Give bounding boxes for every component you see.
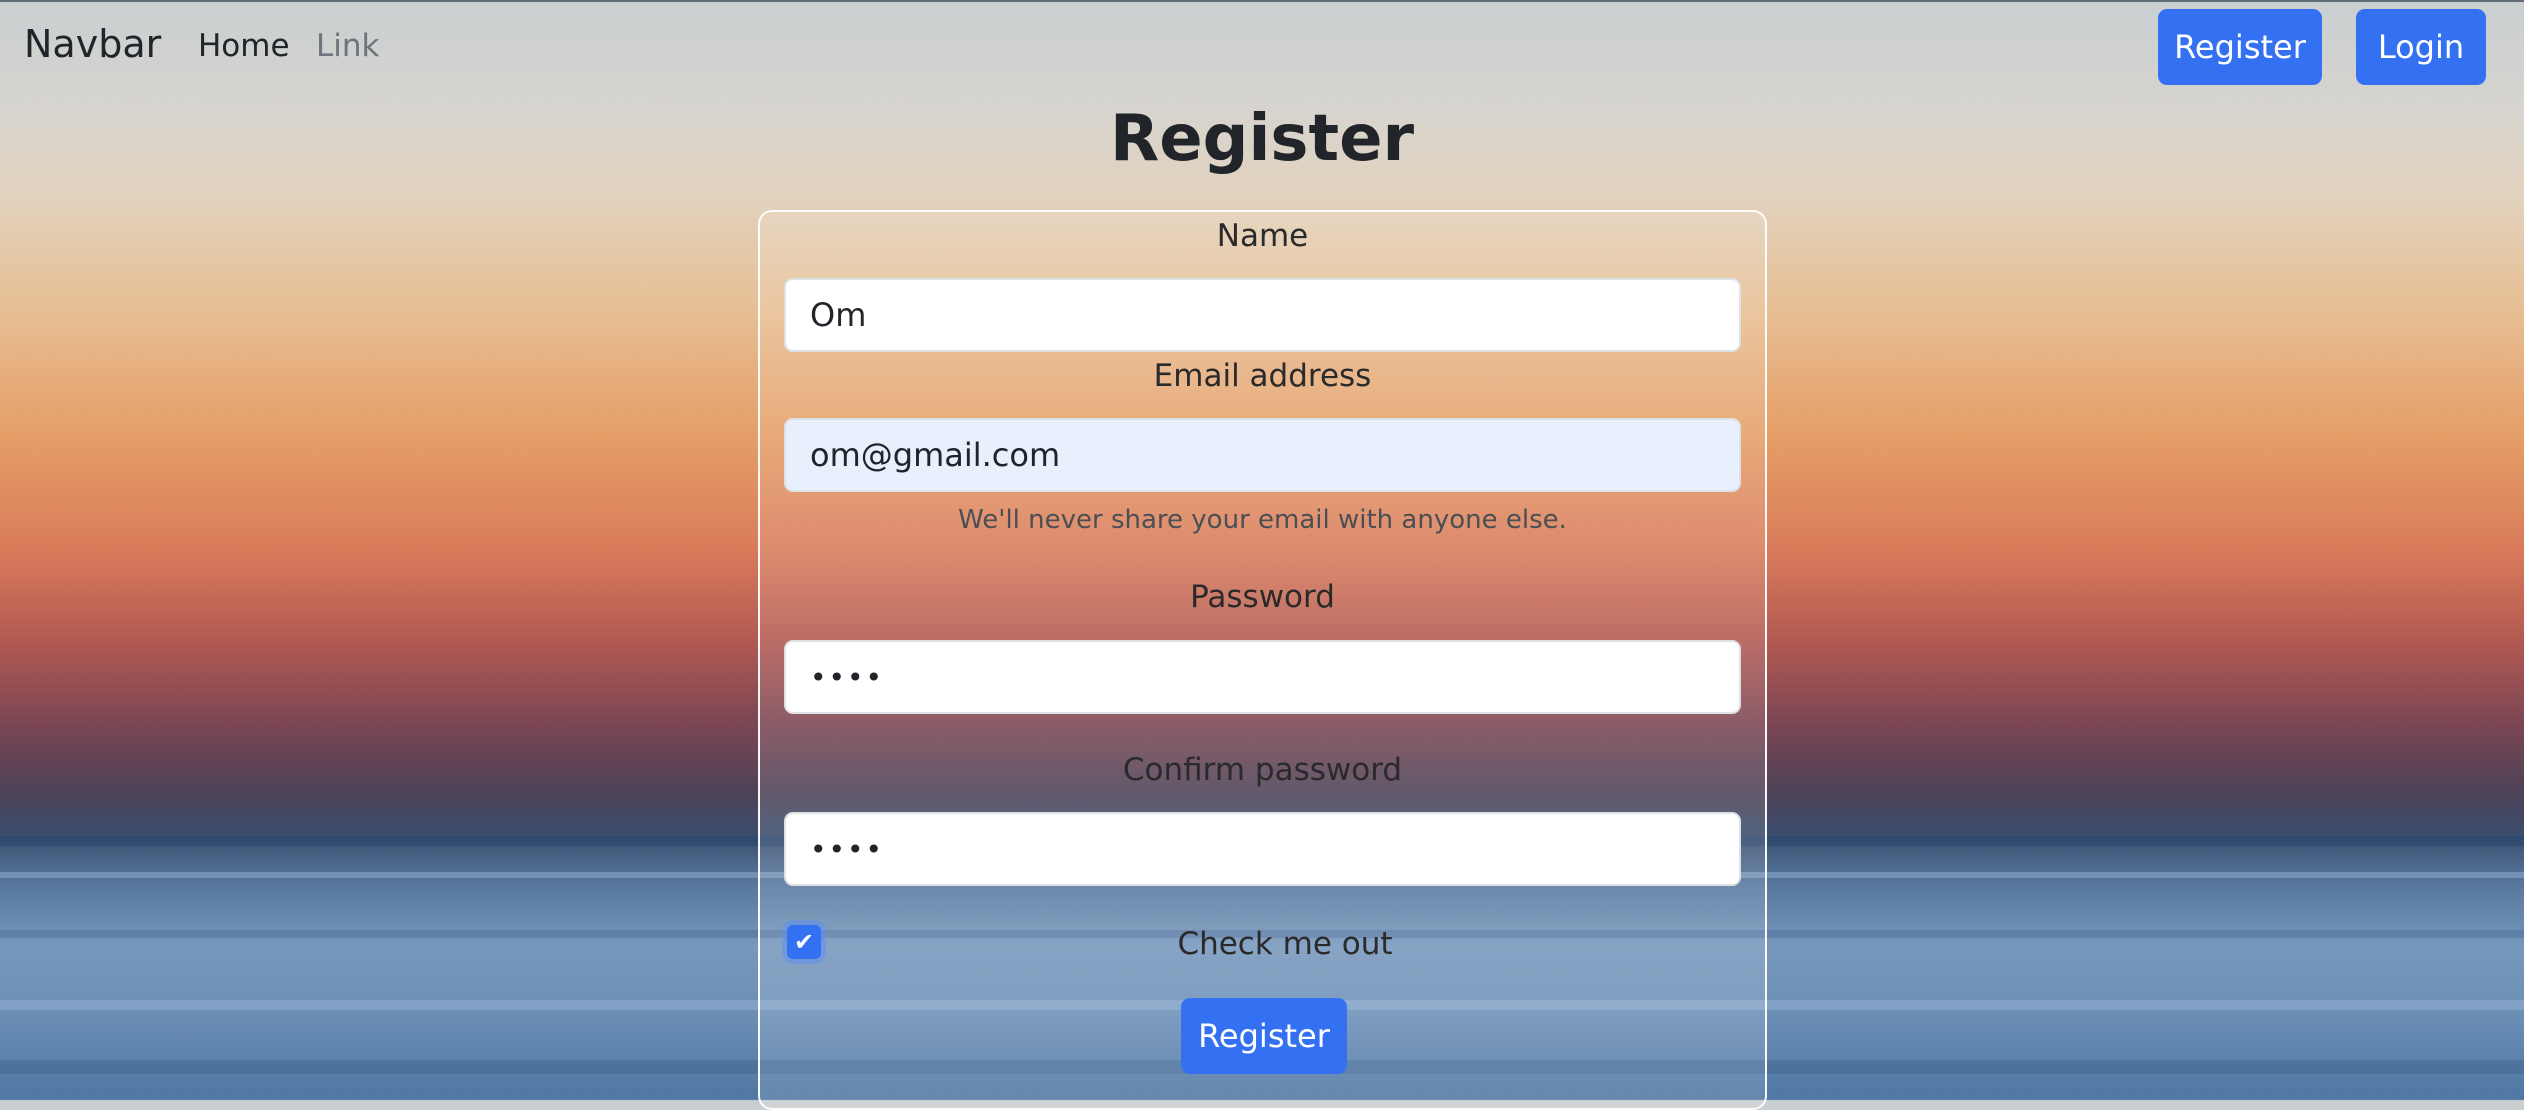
confirm-password-input-value: ••••	[810, 832, 885, 866]
email-input-value: om@gmail.com	[810, 436, 1061, 474]
navbar: Navbar Home Link Register Login	[0, 0, 2524, 92]
password-label: Password	[1190, 579, 1335, 615]
register-form: Name Om Email address om@gmail.com We'll…	[758, 210, 1767, 1110]
confirm-password-label: Confirm password	[1122, 752, 1403, 788]
navbar-brand[interactable]: Navbar	[24, 22, 161, 66]
nav-link-home[interactable]: Home	[198, 28, 290, 64]
navbar-register-button[interactable]: Register	[2158, 9, 2322, 85]
email-input[interactable]: om@gmail.com	[784, 418, 1741, 492]
email-help-text: We'll never share your email with anyone…	[958, 505, 1567, 535]
password-input[interactable]: ••••	[784, 640, 1741, 714]
register-submit-button[interactable]: Register	[1181, 998, 1347, 1074]
confirm-password-input[interactable]: ••••	[784, 812, 1741, 886]
navbar-login-button[interactable]: Login	[2356, 9, 2486, 85]
name-input[interactable]: Om	[784, 278, 1741, 352]
nav-link-link[interactable]: Link	[316, 28, 379, 64]
name-input-value: Om	[810, 296, 867, 334]
password-input-value: ••••	[810, 660, 885, 694]
page-title: Register	[1109, 102, 1415, 176]
email-label: Email address	[1153, 358, 1372, 394]
check-me-out-label: Check me out	[1177, 926, 1393, 962]
name-label: Name	[1216, 218, 1309, 254]
